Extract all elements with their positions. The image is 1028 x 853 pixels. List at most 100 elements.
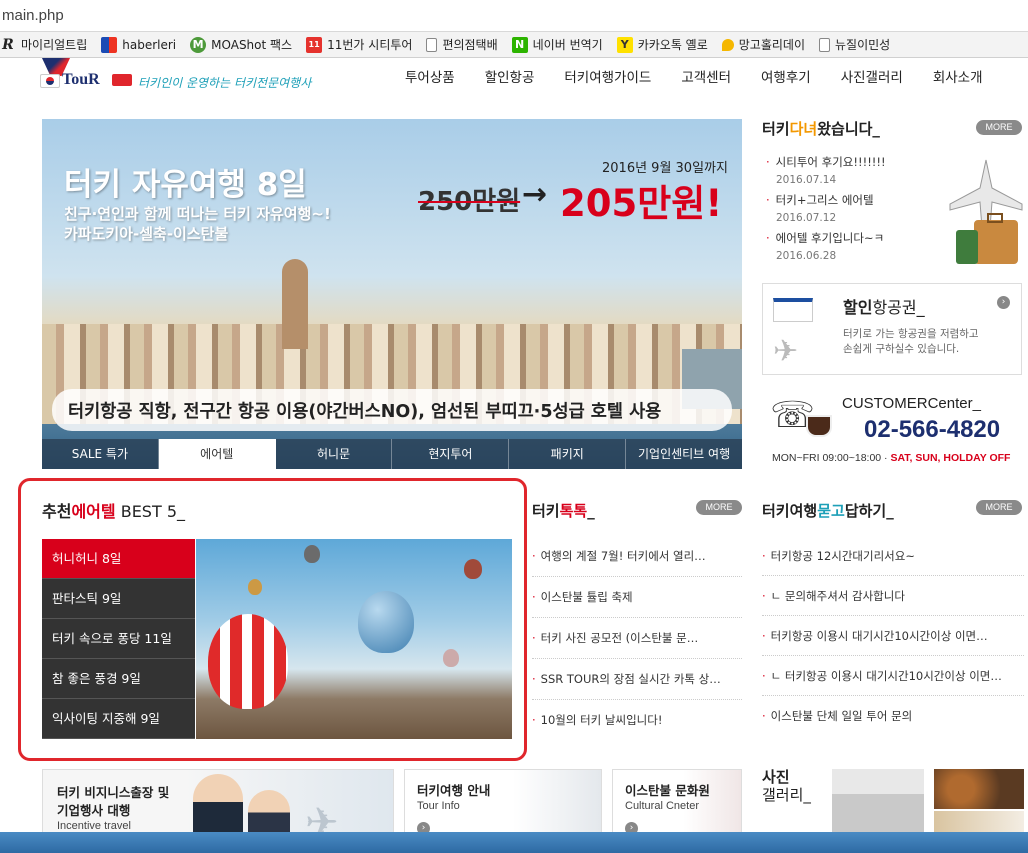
biz-title-1: 터키 비지니스출장 및: [57, 785, 170, 800]
air-title: 할인항공권_: [843, 298, 925, 317]
banner-tabs: SALE 특가 에어텔 허니문 현지투어 패키지 기업인센티브 여행: [42, 439, 742, 469]
review-item[interactable]: · 시티투어 후기요!!!!!!!: [766, 153, 886, 171]
logo-flag-icon: [40, 74, 60, 88]
nav-discount-air[interactable]: 할인항공: [485, 66, 535, 86]
recommend-item[interactable]: 판타스틱 9일: [42, 579, 195, 619]
bookmark-haberleri[interactable]: haberleri: [101, 36, 176, 53]
qna-item[interactable]: · 터키항공 이용시 대기시간10시간이상 이면…: [762, 616, 1024, 656]
chevron-right-icon[interactable]: ›: [997, 296, 1010, 309]
talk-item[interactable]: · 10월의 터키 날씨입니다!: [532, 700, 742, 741]
banner-subtitle-1: 친구·연인과 함께 떠나는 터키 자유여행~!: [64, 205, 331, 223]
logo-slogan: 터키인이 운영하는 터키전문여행사: [138, 76, 312, 90]
address-text[interactable]: main.php: [2, 7, 64, 24]
blue-balloon: [358, 591, 414, 653]
mango-icon: [721, 38, 734, 51]
taskbar: [0, 832, 1028, 853]
talk-title: 터키톡톡_: [532, 502, 595, 520]
page-icon: [426, 37, 438, 52]
recommend-item[interactable]: 터키 속으로 퐁당 11일: [42, 619, 195, 659]
bookmark-mango[interactable]: 망고홀리데이: [721, 36, 805, 53]
tab-incentive[interactable]: 기업인센티브 여행: [626, 439, 742, 469]
bookmark-cvs-delivery[interactable]: 편의점택배: [426, 36, 498, 53]
tour-info-title: 터키여행 안내: [417, 783, 491, 798]
red-balloon: [208, 614, 288, 709]
customer-title: CUSTOMERCenter_: [842, 395, 981, 412]
qna-title: 터키여행묻고답하기_: [762, 502, 894, 520]
tab-package[interactable]: 패키지: [509, 439, 627, 469]
tab-sale[interactable]: SALE 특가: [42, 439, 159, 469]
balloon-small: [304, 545, 320, 563]
balloon-small: [464, 559, 482, 579]
recommend-title: 추천에어텔 BEST 5_: [42, 502, 185, 521]
main-nav: 투어상품 할인항공 터키여행가이드 고객센터 여행후기 사진갤러리 회사소개: [405, 66, 983, 86]
recommend-item[interactable]: 참 좋은 풍경 9일: [42, 659, 195, 699]
bookmark-nz-immigration[interactable]: 뉴질이민성: [819, 36, 890, 53]
talk-item[interactable]: · 여행의 계절 7월! 터키에서 열리…: [532, 536, 742, 577]
banner-arrow: →: [522, 177, 548, 212]
main-banner[interactable]: 터키 자유여행 8일 친구·연인과 함께 떠나는 터키 자유여행~! 카파도키아…: [42, 119, 742, 469]
culture-subtitle: Cultural Cneter: [625, 800, 699, 812]
ticket-icon: [773, 298, 813, 322]
qna-item[interactable]: · ㄴ 문의해주셔서 감사합니다: [762, 576, 1024, 616]
reviews-title: 터키다녀왔습니다_: [762, 120, 880, 138]
tab-honeymoon[interactable]: 허니문: [275, 439, 393, 469]
airplane-icon: ✈: [773, 334, 799, 369]
talk-more-button[interactable]: MORE: [696, 500, 742, 515]
customer-phone: 02-566-4820: [864, 416, 1001, 443]
galata-tower: [282, 259, 308, 349]
talk-item[interactable]: · 이스탄불 튤립 축제: [532, 577, 742, 618]
travel-luggage-image: [948, 158, 1024, 268]
banner-new-price: 205만원!: [560, 182, 723, 225]
page: TouR 터키인이 운영하는 터키전문여행사 투어상품 할인항공 터키여행가이드…: [0, 58, 1028, 853]
site-logo[interactable]: TouR 터키인이 운영하는 터키전문여행사: [40, 58, 360, 106]
moashot-icon: M: [190, 36, 207, 53]
qna-item[interactable]: · 터키항공 12시간대기리서요~: [762, 536, 1024, 576]
recommend-menu: 허니허니 8일 판타스틱 9일 터키 속으로 퐁당 11일 참 좋은 풍경 9일…: [42, 539, 195, 739]
air-desc-1: 터키로 가는 항공권을 저렴하고: [843, 328, 979, 340]
review-date: 2016.06.28: [776, 250, 837, 262]
tab-local-tour[interactable]: 현지투어: [392, 439, 510, 469]
reviews-more-button[interactable]: MORE: [976, 120, 1022, 135]
nav-travel-guide[interactable]: 터키여행가이드: [564, 66, 651, 86]
banner-old-price: 250만원: [418, 187, 521, 217]
tab-airtel[interactable]: 에어텔: [158, 439, 276, 469]
bookmark-11st[interactable]: 11 11번가 시티투어: [306, 36, 412, 53]
review-item[interactable]: · 에어텔 후기입니다~ㅋ: [766, 229, 886, 247]
nav-tour-products[interactable]: 투어상품: [405, 66, 455, 86]
review-date: 2016.07.12: [776, 212, 837, 224]
qna-list: · 터키항공 12시간대기리서요~ · ㄴ 문의해주셔서 감사합니다 · 터키항공 이…: [762, 536, 1024, 736]
culture-title: 이스탄불 문화원: [625, 783, 710, 798]
qna-more-button[interactable]: MORE: [976, 500, 1022, 515]
nav-customer-center[interactable]: 고객센터: [681, 66, 731, 86]
address-bar[interactable]: main.php: [0, 0, 1028, 32]
qna-item[interactable]: · ㄴ 터키항공 이용시 대기시간10시간이상 이면…: [762, 656, 1024, 696]
kakao-yellow-icon: Y: [616, 36, 633, 53]
bookmark-kakao[interactable]: Y 카카오톡 옐로: [616, 36, 708, 53]
biz-subtitle: Incentive travel: [57, 820, 131, 832]
bookmark-myrealtrip[interactable]: R 마이리얼트립: [0, 36, 87, 53]
recommend-item[interactable]: 허니허니 8일: [42, 539, 195, 579]
talk-item[interactable]: · 터키 사진 공모전 (이스탄불 문…: [532, 618, 742, 659]
11st-icon: 11: [306, 36, 323, 53]
recommend-item[interactable]: 익사이팅 지중해 9일: [42, 699, 195, 739]
coffee-cup-icon: [806, 415, 832, 437]
page-icon: [819, 37, 831, 52]
nav-company[interactable]: 회사소개: [933, 66, 983, 86]
balloon-small: [248, 579, 262, 595]
tour-info-subtitle: Tour Info: [417, 800, 460, 812]
discount-air-box[interactable]: ✈ 할인항공권_ 터키로 가는 항공권을 저렴하고 손쉽게 구하실수 있습니다.…: [762, 283, 1022, 375]
banner-caption: 터키항공 직항, 전구간 항공 이용(야간버스NO), 엄선된 부띠끄·5성급 …: [52, 389, 732, 431]
bookmark-naver[interactable]: N 네이버 번역기: [511, 36, 603, 53]
balloon-image[interactable]: [196, 539, 512, 739]
nav-reviews[interactable]: 여행후기: [761, 66, 811, 86]
banner-title: 터키 자유여행 8일: [64, 167, 307, 203]
talk-item[interactable]: · SSR TOUR의 장점 실시간 카톡 상…: [532, 659, 742, 700]
nav-photo-gallery[interactable]: 사진갤러리: [841, 66, 903, 86]
gallery-photo[interactable]: [934, 769, 1024, 809]
bookmark-moashot[interactable]: M MOAShot 팩스: [190, 36, 292, 53]
balloon-small: [443, 649, 459, 667]
gallery-title: 사진 갤러리_: [762, 768, 811, 804]
talk-list: · 여행의 계절 7월! 터키에서 열리… · 이스탄불 튤립 축제 · 터키 사진 …: [532, 536, 742, 741]
review-item[interactable]: · 터키+그리스 에어텔: [766, 191, 886, 209]
qna-item[interactable]: · 이스탄불 단체 일일 투어 문의: [762, 696, 1024, 736]
